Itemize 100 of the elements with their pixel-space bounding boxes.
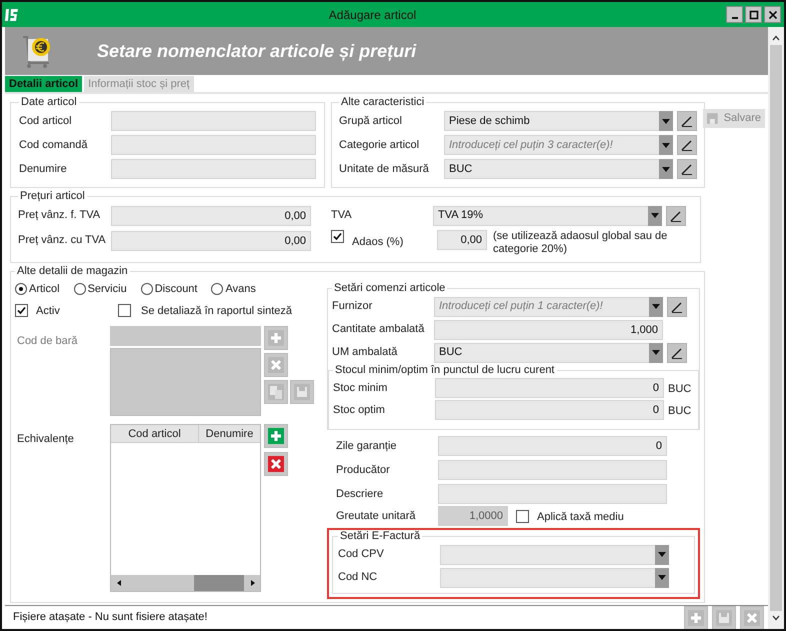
group-title: Alte detalii de magazin <box>16 265 129 278</box>
field-label: Discount <box>154 282 198 297</box>
field-label: Adaos (%) <box>352 236 404 248</box>
column-header[interactable]: Denumire <box>199 425 260 442</box>
status-text: Fișiere atașate - Nu sunt fisiere atașate! <box>12 610 208 626</box>
field-label: UM ambalată <box>332 345 398 360</box>
text-field[interactable] <box>438 460 667 480</box>
field-label: Furnizor <box>332 299 374 314</box>
window-title: Adăugare articol <box>328 6 418 24</box>
field-label: Aplică taxă mediu <box>537 511 624 523</box>
text-field[interactable]: 1,000 <box>434 320 663 340</box>
field-label: BUC <box>668 405 692 417</box>
field-label: Serviciu <box>88 282 127 297</box>
import-icon <box>268 384 284 400</box>
field-label: Preț vânz. f. TVA <box>18 208 102 224</box>
radio-button[interactable] <box>74 283 86 295</box>
text-field[interactable]: 0 <box>435 400 664 420</box>
note-text: (se utilizează adaosul global sau de categorie 20%) <box>493 230 668 256</box>
group-title: Alte caracteristici <box>340 96 426 109</box>
save-icon <box>294 384 310 400</box>
pencil-icon <box>670 346 684 360</box>
edit-button[interactable] <box>677 135 697 155</box>
field-label: Articol <box>29 282 60 297</box>
field-label: Stoc minim <box>333 380 388 396</box>
group-title: Prețuri articol <box>19 190 86 203</box>
text-field[interactable] <box>111 111 316 131</box>
field-label: Cod articol <box>19 114 73 129</box>
field-label: Preț vânz. cu TVA <box>18 233 107 248</box>
pencil-icon <box>680 162 694 176</box>
pencil-icon <box>680 114 694 128</box>
minimize-icon <box>732 17 738 19</box>
close-icon <box>268 456 284 472</box>
edit-button[interactable] <box>677 111 697 131</box>
radio-button[interactable] <box>15 283 27 295</box>
text-field[interactable]: 0,00 <box>437 230 487 250</box>
field-label: Cod comandă <box>19 138 88 153</box>
radio-button[interactable] <box>211 283 224 295</box>
field-label: TVA <box>331 208 353 224</box>
checkbox[interactable] <box>118 304 131 316</box>
field-label: Stoc optim <box>333 402 386 418</box>
combo-box[interactable]: BUC <box>444 159 659 179</box>
text-field[interactable]: 0,00 <box>111 206 311 226</box>
group-title: Date articol <box>20 96 78 109</box>
field-label: Echivalențe <box>17 433 74 445</box>
checkbox[interactable] <box>331 230 344 243</box>
close-icon <box>268 357 284 373</box>
combo-box[interactable]: TVA 19% <box>433 206 648 226</box>
header-title: Setare nomenclator articole și prețuri <box>97 40 416 63</box>
plus-icon <box>268 428 284 444</box>
field-label: Grupă articol <box>339 114 403 129</box>
group-title: Setări E-Factură <box>339 530 422 543</box>
save-icon <box>707 113 718 124</box>
text-field[interactable]: 0 <box>438 436 667 456</box>
text-field[interactable] <box>438 484 667 504</box>
tab[interactable]: Detalii articol <box>5 76 82 92</box>
pencil-icon <box>680 138 694 152</box>
barcode-field[interactable] <box>110 326 261 346</box>
maximize-button[interactable] <box>745 6 762 23</box>
save-file-button[interactable] <box>712 606 736 629</box>
text-field[interactable] <box>111 135 316 155</box>
text-field[interactable]: 0 <box>435 378 664 398</box>
remove-file-button[interactable] <box>740 606 764 629</box>
app-logo-icon <box>5 6 19 22</box>
combo-box[interactable]: BUC <box>434 342 649 362</box>
pencil-icon <box>670 300 684 314</box>
vertical-scrollbar[interactable] <box>768 27 784 629</box>
horizontal-scrollbar[interactable] <box>111 575 260 591</box>
field-label: Zile garanție <box>336 438 398 454</box>
text-field[interactable] <box>111 159 316 179</box>
column-header[interactable]: Cod articol <box>111 425 199 442</box>
close-button[interactable] <box>764 6 781 23</box>
combo-box[interactable]: Piese de schimb <box>444 111 659 131</box>
add-button[interactable] <box>264 424 288 448</box>
text-field[interactable]: 1,0000 <box>438 506 508 526</box>
edit-button[interactable] <box>677 159 697 179</box>
edit-button[interactable] <box>667 296 687 316</box>
field-label: Cod de bară <box>17 335 78 347</box>
checkbox[interactable] <box>15 304 28 316</box>
delete-button[interactable] <box>264 452 288 476</box>
field-label: Denumire <box>19 162 68 177</box>
field-label: Unitate de măsură <box>339 162 430 177</box>
field-label: Se detaliază în raportul sinteză <box>141 305 292 317</box>
radio-button[interactable] <box>140 283 153 295</box>
edit-button[interactable] <box>667 342 687 362</box>
field-label: Avans <box>225 282 256 297</box>
field-label: Cantitate ambalată <box>332 322 426 338</box>
field-label: Cod NC <box>338 570 378 586</box>
field-label: Cod CPV <box>338 547 385 562</box>
add-file-button[interactable] <box>684 606 708 629</box>
combo-box[interactable]: Introduceți cel puțin 1 caracter(e)! <box>434 296 649 316</box>
combo-box[interactable]: Introduceți cel puțin 3 caracter(e)! <box>444 135 659 155</box>
plus-icon <box>688 610 704 626</box>
checkbox[interactable] <box>516 510 529 522</box>
close-icon <box>768 10 778 20</box>
text-field[interactable]: 0,00 <box>111 230 311 250</box>
field-label: Greutate unitară <box>336 508 416 524</box>
field-label: Descriere <box>336 486 384 502</box>
save-icon <box>716 610 732 626</box>
minimize-button[interactable] <box>726 6 743 23</box>
edit-button[interactable] <box>666 206 686 226</box>
